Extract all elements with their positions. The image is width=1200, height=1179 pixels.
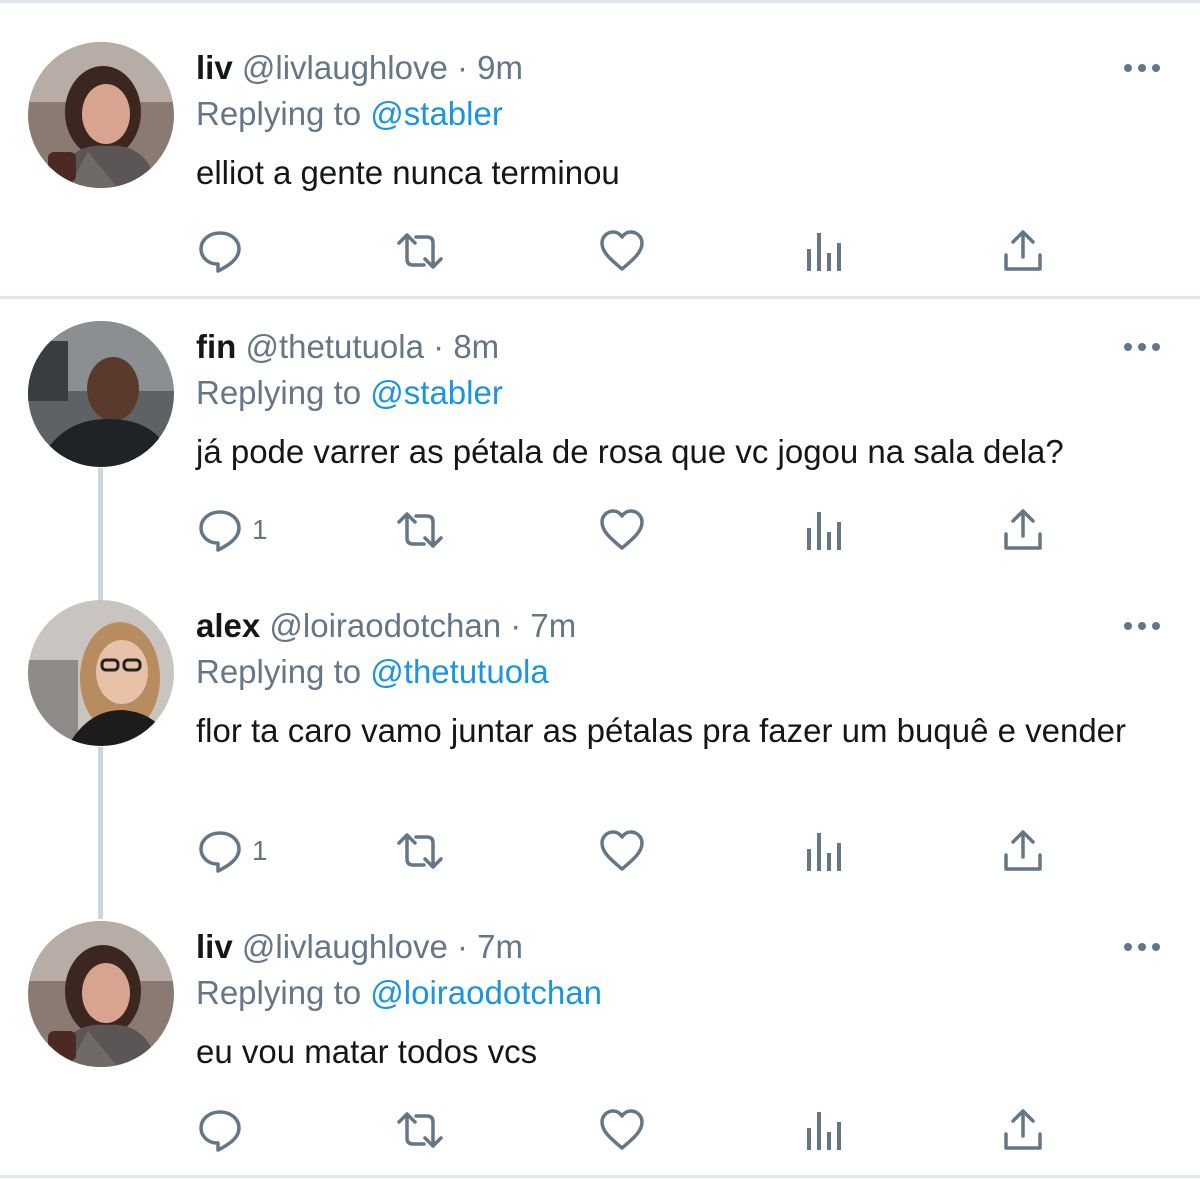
timestamp[interactable]: 7m [477, 928, 523, 965]
retweet-arrows-icon [397, 833, 443, 869]
share-upload-icon [1004, 830, 1042, 871]
tweet-actions: 1 [196, 504, 1096, 556]
replying-to-label: Replying to [196, 95, 362, 132]
separator-dot: · [433, 328, 445, 365]
tweet-header: liv @livlaughlove · 7m [196, 927, 523, 967]
reply-button[interactable] [196, 1104, 252, 1156]
display-name[interactable]: alex [196, 607, 260, 644]
tweet-4[interactable]: liv @livlaughlove · 7m Replying to @loir… [0, 879, 1200, 1175]
mention-link[interactable]: @stabler [370, 95, 503, 132]
like-button[interactable] [598, 1104, 646, 1156]
reply-count: 1 [252, 835, 268, 866]
reply-count: 1 [252, 514, 268, 545]
analytics-button[interactable] [799, 225, 847, 277]
avatar-liv[interactable] [28, 921, 174, 1067]
tweet-text: eu vou matar todos vcs [196, 1033, 538, 1070]
tweet-actions [196, 1104, 1096, 1156]
analytics-bars-icon [807, 1112, 841, 1150]
share-button[interactable] [999, 225, 1047, 277]
separator-dot: · [457, 928, 468, 965]
like-button[interactable] [598, 225, 646, 277]
retweet-arrows-icon [397, 233, 443, 269]
avatar-photo-liv [28, 921, 174, 1067]
reply-bubble-icon [199, 1110, 241, 1152]
retweet-button[interactable] [396, 225, 444, 277]
share-upload-icon [1004, 230, 1042, 271]
retweet-arrows-icon [397, 512, 443, 548]
avatar-liv[interactable] [28, 42, 174, 188]
heart-outline-icon [600, 230, 644, 271]
analytics-button[interactable] [799, 504, 847, 556]
timestamp[interactable]: 9m [477, 49, 523, 86]
replying-to: Replying to @stabler [196, 94, 503, 134]
share-upload-icon [1004, 1109, 1042, 1150]
avatar-photo-liv [28, 42, 174, 188]
tweet-1[interactable]: liv @livlaughlove · 9m Replying to @stab… [0, 0, 1200, 297]
analytics-bars-icon [807, 233, 841, 271]
user-handle[interactable]: @loiraodotchan [269, 607, 501, 644]
heart-outline-icon [600, 830, 644, 871]
like-button[interactable] [598, 825, 646, 877]
timestamp[interactable]: 8m [453, 328, 499, 365]
user-handle[interactable]: @thetutuola [246, 328, 424, 365]
more-horizontal-icon[interactable] [1120, 335, 1164, 359]
analytics-button[interactable] [799, 825, 847, 877]
display-name[interactable]: liv [196, 49, 233, 86]
mention-link[interactable]: @thetutuola [370, 653, 548, 690]
timestamp[interactable]: 7m [530, 607, 576, 644]
replying-to-label: Replying to [196, 653, 362, 690]
tweet-actions [196, 225, 1096, 277]
tweet-2[interactable]: fin @thetutuola · 8m Replying to @stable… [0, 279, 1200, 559]
analytics-bars-icon [807, 833, 841, 871]
retweet-button[interactable] [396, 825, 444, 877]
like-button[interactable] [598, 504, 646, 556]
more-horizontal-icon[interactable] [1120, 614, 1164, 638]
reply-bubble-icon [199, 831, 241, 873]
mention-link[interactable]: @stabler [370, 374, 503, 411]
reply-bubble-icon [199, 231, 241, 273]
analytics-button[interactable] [799, 1104, 847, 1156]
avatar-photo-alex [28, 600, 174, 746]
share-upload-icon [1004, 509, 1042, 550]
display-name[interactable]: liv [196, 928, 233, 965]
bottom-divider [0, 1175, 1200, 1178]
replying-to: Replying to @stabler [196, 373, 503, 413]
retweet-button[interactable] [396, 504, 444, 556]
reply-button[interactable] [196, 225, 252, 277]
replying-to-label: Replying to [196, 374, 362, 411]
more-horizontal-icon[interactable] [1120, 56, 1164, 80]
avatar-fin[interactable] [28, 321, 174, 467]
retweet-button[interactable] [396, 1104, 444, 1156]
replying-to: Replying to @thetutuola [196, 652, 549, 692]
share-button[interactable] [999, 825, 1047, 877]
tweet-header: liv @livlaughlove · 9m [196, 48, 523, 88]
tweet-header: fin @thetutuola · 8m [196, 327, 499, 367]
heart-outline-icon [600, 509, 644, 550]
replying-to-label: Replying to [196, 974, 362, 1011]
tweet-actions: 1 [196, 825, 1096, 877]
tweet-text: elliot a gente nunca terminou [196, 154, 620, 191]
tweet-text: já pode varrer as pétala de rosa que vc … [196, 433, 1064, 470]
retweet-arrows-icon [397, 1112, 443, 1148]
tweet-text: flor ta caro vamo juntar as pétalas pra … [196, 712, 1127, 749]
user-handle[interactable]: @livlaughlove [242, 49, 448, 86]
share-button[interactable] [999, 504, 1047, 556]
share-button[interactable] [999, 1104, 1047, 1156]
avatar-alex[interactable] [28, 600, 174, 746]
replying-to: Replying to @loiraodotchan [196, 973, 602, 1013]
reply-button[interactable]: 1 [196, 825, 268, 877]
tweet-3[interactable]: alex @loiraodotchan · 7m Replying to @th… [0, 558, 1200, 880]
separator-dot: · [510, 607, 522, 644]
reply-button[interactable]: 1 [196, 504, 268, 556]
more-horizontal-icon[interactable] [1120, 935, 1164, 959]
display-name[interactable]: fin [196, 328, 236, 365]
mention-link[interactable]: @loiraodotchan [370, 974, 602, 1011]
separator-dot: · [457, 49, 468, 86]
analytics-bars-icon [807, 512, 841, 550]
user-handle[interactable]: @livlaughlove [242, 928, 448, 965]
reply-bubble-icon [199, 510, 241, 552]
heart-outline-icon [600, 1109, 644, 1150]
tweet-header: alex @loiraodotchan · 7m [196, 606, 576, 646]
avatar-photo-fin [28, 321, 174, 467]
